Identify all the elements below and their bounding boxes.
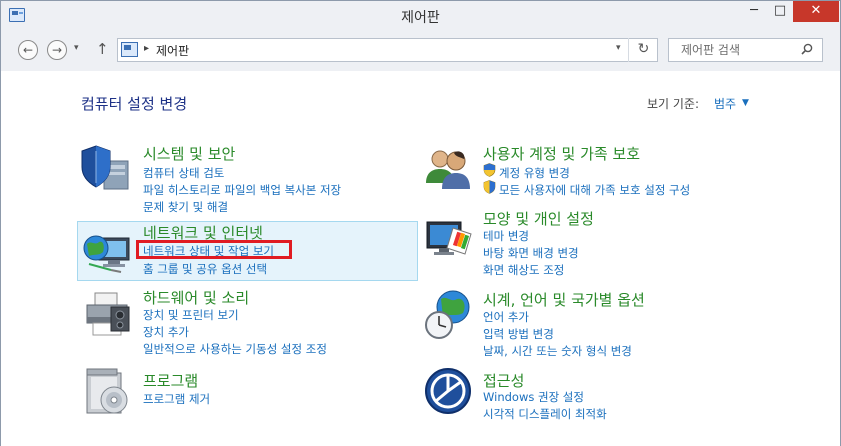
breadcrumb-control-panel[interactable]: 제어판 — [156, 42, 189, 59]
programs-icon[interactable] — [83, 367, 133, 417]
uac-shield-icon — [483, 163, 496, 177]
recent-locations-button[interactable]: ▾ — [74, 43, 79, 53]
link-review-computer-status[interactable]: 컴퓨터 상태 검토 — [143, 165, 224, 181]
link-family-safety[interactable]: 모든 사용자에 대해 가족 보호 설정 구성 — [499, 182, 690, 198]
link-change-input-method[interactable]: 입력 방법 변경 — [483, 326, 554, 342]
breadcrumb-separator[interactable]: ▸ — [144, 43, 149, 54]
content-area: 컴퓨터 설정 변경 보기 기준: 범주 ▼ 시스템 및 보안 컴퓨터 상태 검토… — [1, 71, 840, 446]
address-dropdown-button[interactable]: ▾ — [616, 43, 621, 53]
link-desktop-background[interactable]: 바탕 화면 배경 변경 — [483, 245, 579, 261]
system-security-icon[interactable] — [80, 143, 132, 195]
search-icon[interactable] — [801, 43, 813, 55]
link-optimize-display[interactable]: 시각적 디스플레이 최적화 — [483, 406, 607, 422]
category-appearance[interactable]: 모양 및 개인 설정 — [483, 208, 594, 229]
view-by-label: 보기 기준: — [647, 97, 700, 111]
appearance-icon[interactable] — [425, 214, 475, 264]
link-file-history-backup[interactable]: 파일 히스토리로 파일의 백업 복사본 저장 — [143, 182, 341, 198]
control-panel-icon — [121, 42, 138, 57]
hardware-sound-icon[interactable] — [81, 291, 133, 343]
view-by-dropdown[interactable]: 범주 — [714, 95, 736, 112]
control-panel-window: 제어판 ─ □ ✕ ← → ▾ ↑ ▸ 제어판 ▾ ↻ 컴퓨터 설정 변경 보기… — [0, 0, 841, 446]
link-network-status-tasks[interactable]: 네트워크 상태 및 작업 보기 — [143, 243, 274, 259]
link-screen-resolution[interactable]: 화면 해상도 조정 — [483, 262, 564, 278]
maximize-button[interactable]: □ — [767, 1, 793, 22]
category-programs[interactable]: 프로그램 — [143, 370, 198, 391]
refresh-button[interactable]: ↻ — [628, 38, 658, 62]
link-date-time-format[interactable]: 날짜, 시간 또는 숫자 형식 변경 — [483, 343, 632, 359]
uac-shield-icon — [483, 180, 496, 194]
search-box[interactable] — [668, 38, 823, 62]
network-internet-icon[interactable] — [81, 226, 133, 278]
back-button[interactable]: ← — [18, 40, 38, 60]
link-change-theme[interactable]: 테마 변경 — [483, 228, 529, 244]
clock-language-icon[interactable] — [423, 289, 475, 341]
minimize-button[interactable]: ─ — [741, 1, 767, 22]
link-change-account-type[interactable]: 계정 유형 변경 — [499, 165, 570, 181]
link-add-device[interactable]: 장치 추가 — [143, 324, 189, 340]
forward-button[interactable]: → — [47, 40, 67, 60]
title-bar[interactable]: 제어판 ─ □ ✕ — [1, 1, 840, 31]
page-title: 컴퓨터 설정 변경 — [81, 95, 188, 113]
category-clock-language-region[interactable]: 시계, 언어 및 국가별 옵션 — [483, 289, 645, 310]
user-accounts-icon[interactable] — [424, 145, 472, 193]
link-troubleshoot[interactable]: 문제 찾기 및 해결 — [143, 199, 228, 215]
category-system-security[interactable]: 시스템 및 보안 — [143, 143, 235, 164]
close-button[interactable]: ✕ — [793, 1, 839, 22]
link-homegroup-sharing[interactable]: 홈 그룹 및 공유 옵션 선택 — [143, 261, 267, 277]
link-windows-recommended-settings[interactable]: Windows 권장 설정 — [483, 389, 584, 405]
category-network-internet[interactable]: 네트워크 및 인터넷 — [143, 222, 263, 243]
navigation-bar: ← → ▾ ↑ ▸ 제어판 ▾ ↻ — [1, 31, 840, 71]
link-add-language[interactable]: 언어 추가 — [483, 309, 529, 325]
category-user-accounts[interactable]: 사용자 계정 및 가족 보호 — [483, 143, 640, 164]
up-button[interactable]: ↑ — [96, 40, 109, 58]
ease-of-access-icon[interactable] — [424, 367, 472, 415]
chevron-down-icon[interactable]: ▼ — [742, 98, 749, 108]
category-ease-of-access[interactable]: 접근성 — [483, 370, 524, 391]
link-devices-printers[interactable]: 장치 및 프린터 보기 — [143, 307, 239, 323]
link-uninstall-program[interactable]: 프로그램 제거 — [143, 391, 210, 407]
category-hardware-sound[interactable]: 하드웨어 및 소리 — [143, 287, 249, 308]
window-title: 제어판 — [401, 10, 440, 26]
link-mobility-settings[interactable]: 일반적으로 사용하는 기동성 설정 조정 — [143, 341, 327, 357]
search-input[interactable] — [669, 39, 797, 61]
address-bar[interactable]: ▸ 제어판 ▾ ↻ — [117, 38, 658, 62]
